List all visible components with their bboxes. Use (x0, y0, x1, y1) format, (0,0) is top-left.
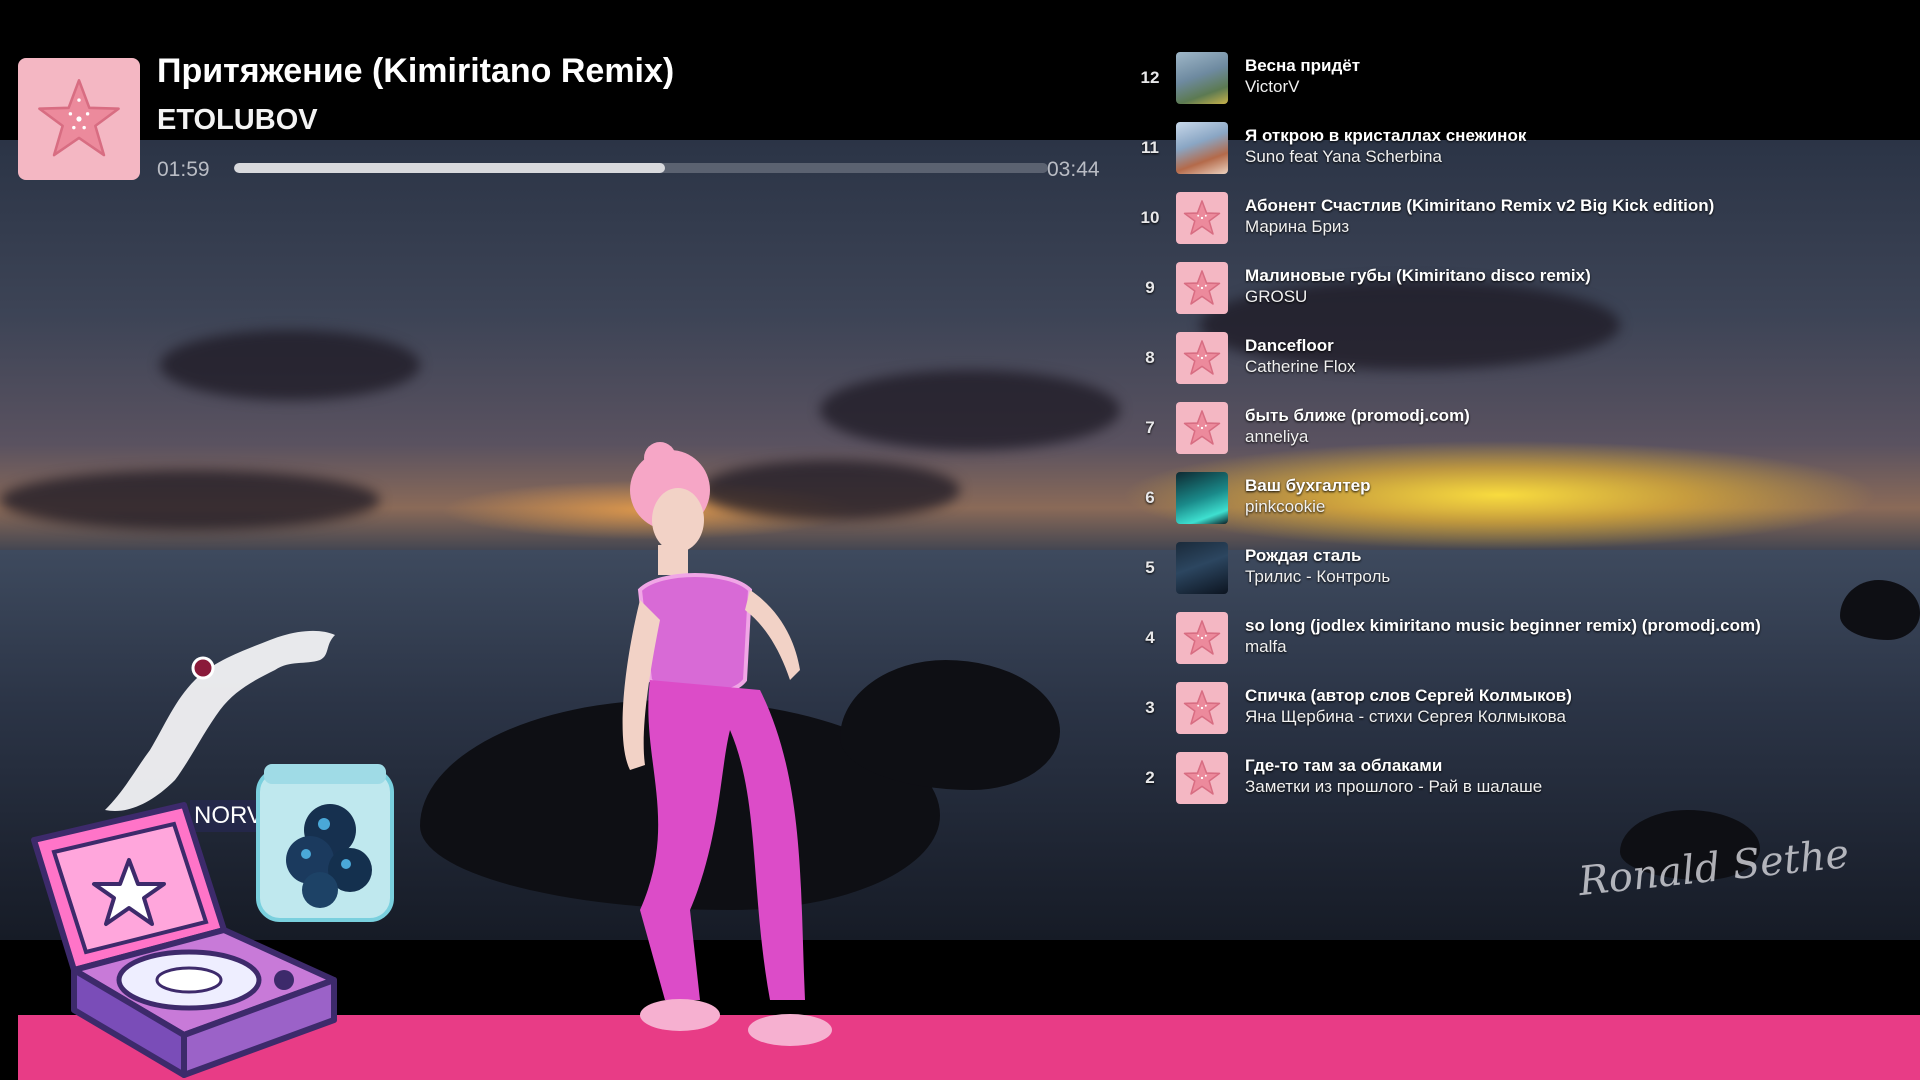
playlist-track-artist: Catherine Flox (1245, 357, 1356, 376)
cloud (0, 470, 380, 530)
turntable-icon (31, 802, 337, 1078)
playlist-item[interactable]: 11 Я открою в кристаллах снежинок Suno fea… (1130, 122, 1910, 192)
track-thumbnail (1176, 472, 1228, 524)
track-number: 2 (1145, 768, 1155, 787)
track-thumbnail (1176, 332, 1228, 384)
playlist-item[interactable]: 12 Весна придёт VictorV (1130, 52, 1910, 122)
track-thumbnail (1176, 52, 1228, 104)
playlist-track-artist: Марина Бриз (1245, 217, 1350, 236)
playlist-track-artist: malfa (1245, 637, 1287, 656)
playlist-item[interactable]: 8 Dancefloor Catherine Flox (1130, 332, 1910, 402)
playlist-item[interactable]: 3 Спичка (автор слов Сергей Колмыков) Яна … (1130, 682, 1910, 752)
dancer-avatar (622, 442, 832, 1046)
playlist-track-title: Я открою в кристаллах снежинок (1245, 126, 1527, 145)
playlist-track-artist: Заметки из прошлого - Рай в шалаше (1245, 777, 1543, 796)
track-thumbnail (1176, 262, 1228, 314)
track-thumbnail (1176, 682, 1228, 734)
track-number: 9 (1145, 278, 1155, 297)
playlist-track-title: so long (jodlex kimiritano music beginne… (1245, 616, 1761, 635)
starfish-icon (1183, 200, 1221, 235)
track-thumbnail (1176, 122, 1228, 174)
playlist-item[interactable]: 2 Где-то там за облаками Заметки из прошло… (1130, 752, 1910, 822)
track-thumbnail (1176, 752, 1228, 804)
playlist-track-title: Спичка (автор слов Сергей Колмыков) (1245, 686, 1572, 705)
elapsed-time: 01:59 (157, 158, 210, 181)
track-artist: ETOLUBOV (157, 104, 318, 136)
playlist-track-artist: GROSU (1245, 287, 1308, 306)
starfish-icon (1183, 690, 1221, 725)
track-number: 12 (1140, 68, 1160, 87)
playlist-track-artist: Яна Щербина - стихи Сергея Колмыкова (1245, 707, 1566, 726)
playlist-track-artist: VictorV (1245, 77, 1300, 96)
track-thumbnail (1176, 192, 1228, 244)
cloud (820, 370, 1120, 450)
playlist-track-title: Где-то там за облаками (1245, 756, 1443, 775)
track-number: 8 (1145, 348, 1155, 367)
track-number: 5 (1145, 558, 1155, 577)
playlist-track-title: Абонент Счастлив (Kimiritano Remix v2 Bi… (1245, 196, 1715, 215)
track-number: 11 (1141, 138, 1159, 157)
track-number: 7 (1145, 418, 1155, 437)
playlist-item[interactable]: 5 Рождая сталь Трилис - Контроль (1130, 542, 1910, 612)
track-thumbnail (1176, 402, 1228, 454)
starfish-icon (1183, 760, 1221, 795)
track-number: 4 (1145, 628, 1155, 647)
playlist-item[interactable]: 4 so long (jodlex kimiritano music beginn… (1130, 612, 1910, 682)
playlist-track-artist: pinkcookie (1245, 497, 1326, 516)
starfish-icon (1183, 410, 1221, 445)
track-thumbnail (1176, 612, 1228, 664)
track-thumbnail (1176, 542, 1228, 594)
playlist: 12 Весна придёт VictorV 11 Я открою в криста… (1130, 52, 1910, 822)
cloud (160, 330, 420, 400)
playlist-track-artist: Трилис - Контроль (1245, 567, 1391, 586)
starfish-icon (1183, 270, 1221, 305)
album-cover (18, 58, 140, 180)
total-time: 03:44 (1047, 158, 1100, 181)
playlist-item[interactable]: 7 быть ближе (promodj.com) anneliya (1130, 402, 1910, 472)
playlist-track-title: Рождая сталь (1245, 546, 1362, 565)
playlist-track-title: быть ближе (promodj.com) (1245, 406, 1470, 425)
playlist-track-title: Малиновые губы (Kimiritano disco remix) (1245, 266, 1591, 285)
playlist-track-title: Ваш бухгалтер (1245, 476, 1371, 495)
playlist-track-title: Dancefloor (1245, 336, 1334, 355)
playlist-track-artist: anneliya (1245, 427, 1309, 446)
starfish-icon (1183, 620, 1221, 655)
starfish-icon (1183, 340, 1221, 375)
playlist-track-title: Весна придёт (1245, 56, 1361, 75)
playlist-item[interactable]: 6 Ваш бухгалтер pinkcookie (1130, 472, 1910, 542)
playlist-track-artist: Suno feat Yana Scherbina (1245, 147, 1442, 166)
track-number: 3 (1145, 698, 1155, 717)
progress-fill (234, 163, 666, 173)
progress-bar[interactable] (234, 163, 1048, 173)
track-title: Притяжение (Kimiritano Remix) (157, 52, 675, 90)
playlist-item[interactable]: 9 Малиновые губы (Kimiritano disco remix)… (1130, 262, 1910, 332)
playlist-item[interactable]: 10 Абонент Счастлив (Kimiritano Remix v2 … (1130, 192, 1910, 262)
starfish-icon (38, 79, 120, 157)
track-number: 6 (1145, 488, 1155, 507)
track-number: 10 (1140, 208, 1160, 227)
